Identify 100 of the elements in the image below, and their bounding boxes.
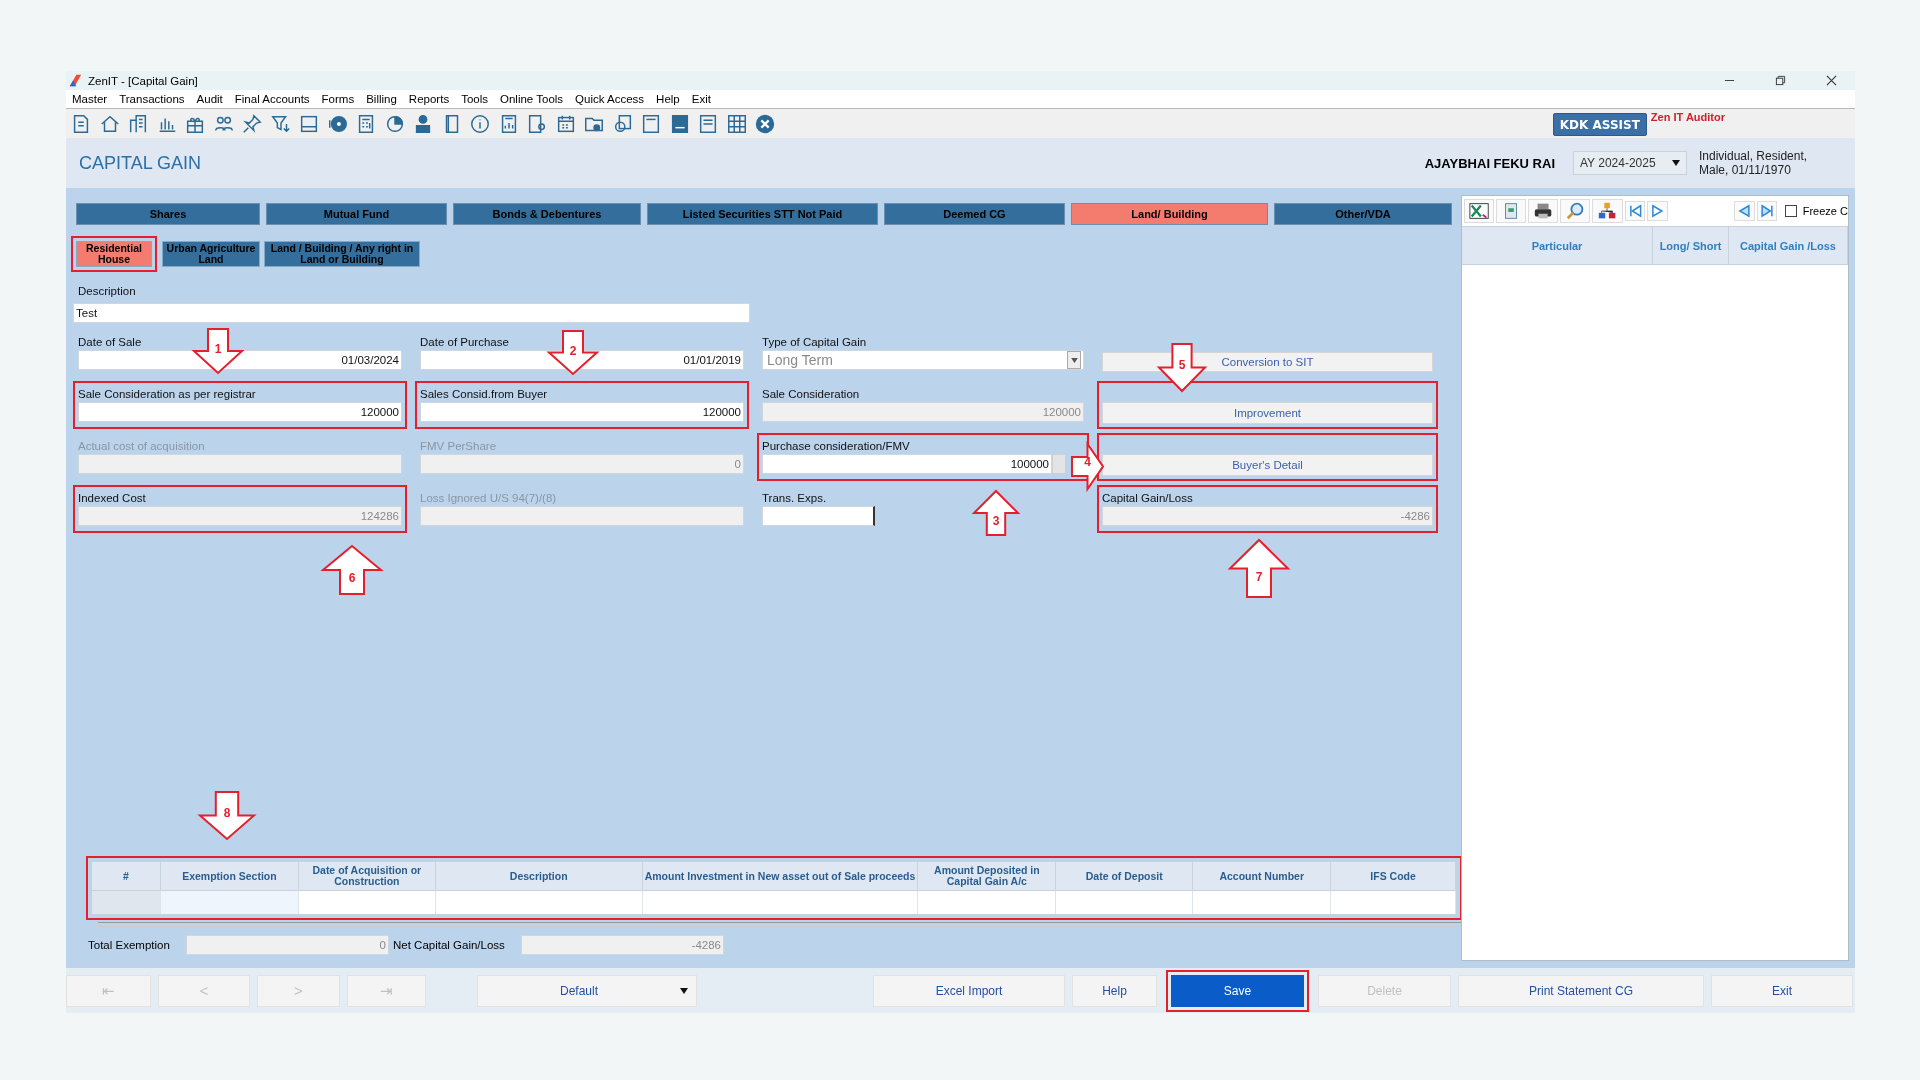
callout-number: 5 bbox=[1177, 357, 1187, 372]
callout-arrow bbox=[199, 791, 255, 840]
restore-icon[interactable] bbox=[1775, 75, 1786, 86]
menu-item[interactable]: Audit bbox=[196, 93, 223, 105]
action-button[interactable]: Help bbox=[1072, 974, 1157, 1007]
document-icon[interactable] bbox=[1496, 199, 1527, 223]
description-field[interactable]: Test bbox=[73, 303, 750, 323]
property-tab[interactable]: Urban Agriculture Land bbox=[162, 241, 260, 267]
document-icon[interactable] bbox=[697, 112, 719, 135]
table-cell[interactable] bbox=[160, 890, 299, 914]
text-field[interactable]: 120000 bbox=[420, 402, 744, 422]
action-button[interactable]: Print Statement CG bbox=[1458, 974, 1704, 1007]
grid-icon[interactable] bbox=[725, 112, 748, 135]
total-field: -4286 bbox=[521, 935, 724, 955]
callout-arrow bbox=[1229, 539, 1289, 598]
column-header: Capital Gain /Loss bbox=[1729, 227, 1848, 265]
menu-item[interactable]: Master bbox=[72, 93, 108, 105]
document-icon[interactable] bbox=[640, 112, 662, 135]
table-cell[interactable] bbox=[298, 890, 436, 914]
menu-item[interactable]: Reports bbox=[408, 93, 450, 105]
previous-icon[interactable] bbox=[1733, 201, 1755, 221]
table-cell[interactable] bbox=[1193, 890, 1332, 914]
caret-icon[interactable] bbox=[1070, 357, 1078, 363]
menu-item[interactable]: Online Tools bbox=[500, 93, 564, 105]
menu-item[interactable]: Forms bbox=[321, 93, 355, 105]
table-cell[interactable] bbox=[918, 890, 1057, 914]
table-cell[interactable] bbox=[435, 890, 643, 914]
total-label: Total Exemption bbox=[88, 939, 171, 951]
field-label: Type of Capital Gain bbox=[762, 335, 867, 350]
next-icon[interactable] bbox=[1647, 201, 1668, 221]
asset-tab[interactable]: Shares bbox=[76, 203, 260, 225]
menu-item[interactable]: Exit bbox=[691, 93, 711, 105]
app-logo-icon bbox=[69, 74, 82, 87]
column-header: Account Number bbox=[1193, 862, 1332, 890]
table-cell[interactable] bbox=[642, 890, 919, 914]
menu-item[interactable]: Quick Access bbox=[575, 93, 645, 105]
caret-icon[interactable] bbox=[1672, 160, 1680, 166]
action-button[interactable]: Excel Import bbox=[873, 974, 1065, 1007]
caret-icon[interactable] bbox=[680, 987, 688, 994]
info-icon[interactable] bbox=[469, 112, 491, 135]
asset-tab[interactable]: Mutual Fund bbox=[266, 203, 447, 225]
column-header: Description bbox=[435, 862, 643, 890]
action-button[interactable]: Exit bbox=[1711, 974, 1853, 1007]
table-cell[interactable] bbox=[92, 890, 161, 914]
assist-button[interactable]: KDK ASSIST bbox=[1552, 113, 1647, 136]
table-cell[interactable] bbox=[1331, 890, 1457, 914]
freeze-checkbox[interactable] bbox=[1785, 205, 1797, 217]
table-cell[interactable] bbox=[1056, 890, 1194, 914]
asset-tab[interactable]: Bonds & Debentures bbox=[453, 203, 641, 225]
column-header: Date of Deposit bbox=[1056, 862, 1194, 890]
field-label: Sales Consid.from Buyer bbox=[420, 387, 548, 402]
year-dropdown[interactable]: AY 2024-2025 bbox=[1573, 151, 1687, 175]
total-label: Net Capital Gain/Loss bbox=[393, 939, 506, 951]
field-label: Loss Ignored U/S 94(7)/(8) bbox=[420, 491, 557, 506]
search-icon[interactable] bbox=[1560, 199, 1591, 223]
form-button[interactable]: Improvement bbox=[1102, 402, 1433, 424]
asset-tab[interactable]: Other/VDA bbox=[1274, 203, 1452, 225]
close-icon[interactable] bbox=[754, 112, 776, 135]
building-icon[interactable] bbox=[127, 112, 149, 135]
asset-tab[interactable]: Land/ Building bbox=[1071, 203, 1268, 225]
menu-item[interactable]: Tools bbox=[461, 93, 488, 105]
column-header: Amount Deposited in Capital Gain A/c bbox=[918, 862, 1057, 890]
capital-gain-type-dropdown[interactable]: Long Term bbox=[762, 350, 1084, 370]
callout-arrow bbox=[973, 490, 1019, 536]
printer-icon[interactable] bbox=[1528, 199, 1559, 223]
menu-item[interactable]: Help bbox=[656, 93, 680, 105]
column-header: Particular bbox=[1462, 227, 1653, 265]
text-field[interactable] bbox=[762, 506, 875, 526]
menu-item[interactable]: Transactions bbox=[119, 93, 185, 105]
hierarchy-icon[interactable] bbox=[1592, 199, 1623, 223]
field-label: Date of Purchase bbox=[420, 335, 509, 350]
callout-arrow bbox=[193, 328, 243, 374]
spreadsheet-icon[interactable] bbox=[1464, 199, 1495, 223]
field-label: Purchase consideration/FMV bbox=[762, 439, 910, 454]
assessee-details: Individual, Resident, bbox=[1699, 149, 1809, 163]
text-field[interactable]: 120000 bbox=[78, 402, 402, 422]
assessee-name: AJAYBHAI FEKU RAI bbox=[1424, 155, 1555, 171]
form-button[interactable]: Buyer's Detail bbox=[1102, 454, 1433, 476]
text-field[interactable]: 100000 bbox=[762, 454, 1052, 474]
menu-item[interactable]: Final Accounts bbox=[234, 93, 310, 105]
property-tab[interactable]: Land / Building / Any right in Land or Building bbox=[264, 241, 420, 267]
first-icon[interactable] bbox=[1624, 201, 1646, 221]
column-header: Amount Investment in New asset out of Sale proceeds bbox=[642, 862, 919, 890]
last-icon[interactable] bbox=[1756, 201, 1778, 221]
menu-item[interactable]: Billing bbox=[366, 93, 397, 105]
field-label: Indexed Cost bbox=[78, 491, 146, 506]
field-label: Sale Consideration bbox=[762, 387, 860, 402]
property-tab[interactable]: Residential House bbox=[76, 241, 152, 267]
view-dropdown[interactable]: Default bbox=[477, 974, 697, 1007]
product-label: Zen IT Auditor bbox=[1650, 111, 1725, 123]
close-icon[interactable] bbox=[1826, 75, 1837, 86]
checkbox-label: Freeze C bbox=[1802, 205, 1848, 217]
asset-tab[interactable]: Listed Securities STT Not Paid bbox=[647, 203, 878, 225]
action-button[interactable]: Save bbox=[1171, 974, 1304, 1007]
asset-tab[interactable]: Deemed CG bbox=[884, 203, 1065, 225]
callout-number: 3 bbox=[991, 513, 1001, 528]
column-header: Exemption Section bbox=[160, 862, 299, 890]
pin-icon[interactable] bbox=[241, 112, 263, 135]
user-document-icon[interactable] bbox=[526, 112, 548, 135]
column-header: IFS Code bbox=[1331, 862, 1457, 890]
